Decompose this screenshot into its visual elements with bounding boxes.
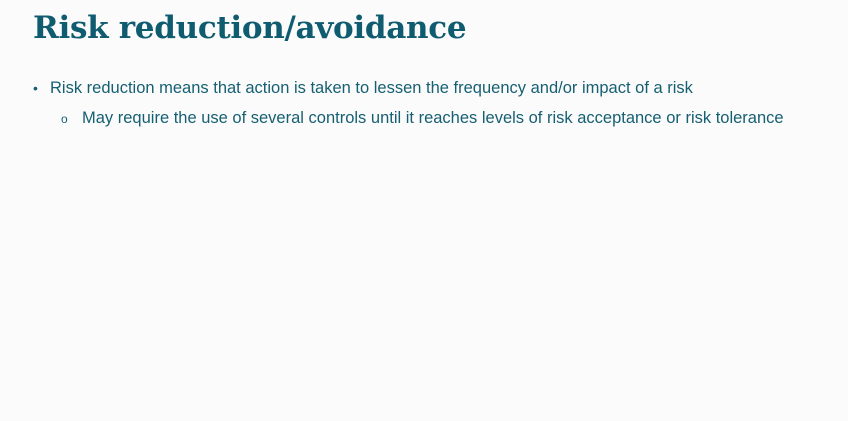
slide: Risk reduction/avoidance • Risk reductio… — [0, 0, 848, 421]
bullet-item: • Risk reduction means that action is ta… — [33, 78, 784, 98]
bullet-text: Risk reduction means that action is take… — [50, 79, 693, 97]
sub-bullet-item: o May require the use of several control… — [61, 108, 784, 129]
sub-bullet-circle-icon: o — [61, 112, 68, 126]
bullet-dot-icon: • — [33, 80, 38, 96]
sub-bullet-text: May require the use of several controls … — [82, 109, 784, 127]
slide-title: Risk reduction/avoidance — [33, 10, 467, 46]
bullet-list: • Risk reduction means that action is ta… — [33, 78, 784, 129]
